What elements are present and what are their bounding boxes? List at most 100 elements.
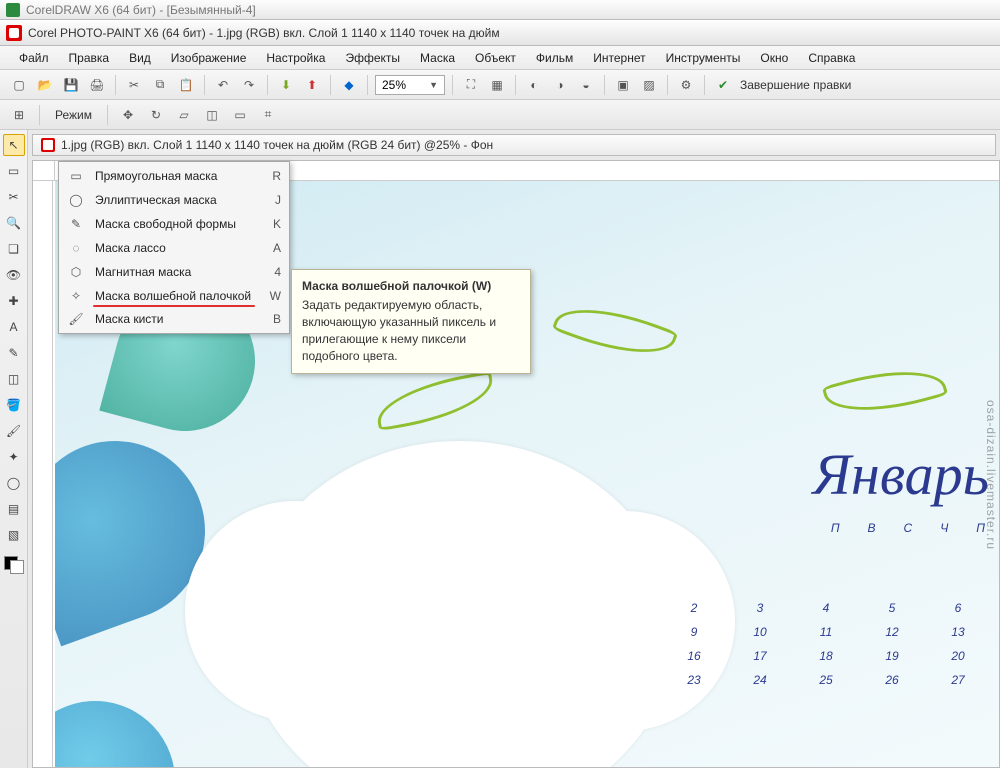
paste-button[interactable]: 📋	[175, 74, 197, 96]
eyedropper-tool[interactable]: ✎	[3, 342, 25, 364]
separator	[452, 75, 453, 95]
menu-view[interactable]: Вид	[120, 48, 160, 68]
document-window: Январь П В С Ч П 2 3 4 5 6 9 10 11	[32, 160, 1000, 768]
document-icon	[41, 138, 55, 152]
leaf-decoration	[552, 292, 678, 371]
copy-button[interactable]: ⧉	[149, 74, 171, 96]
document-tab[interactable]: 1.jpg (RGB) вкл. Слой 1 1140 x 1140 точе…	[32, 134, 996, 156]
floral-decoration	[55, 672, 204, 767]
cal-cell: 20	[931, 649, 985, 663]
undo-button[interactable]: ↶	[212, 74, 234, 96]
redo-button[interactable]: ↷	[238, 74, 260, 96]
vertical-ruler	[33, 181, 53, 767]
flyout-shortcut: W	[265, 289, 281, 303]
menu-window[interactable]: Окно	[751, 48, 797, 68]
move-mode-button[interactable]: ✥	[117, 104, 139, 126]
shape-tool[interactable]: ◯	[3, 472, 25, 494]
rotate-mode-button[interactable]: ↻	[145, 104, 167, 126]
effect-tool[interactable]: ✦	[3, 446, 25, 468]
separator	[115, 75, 116, 95]
flyout-item-freehand-mask[interactable]: ✎ Маска свободной формы K	[59, 212, 289, 236]
menu-image[interactable]: Изображение	[162, 48, 256, 68]
mask-tool-flyout: ▭ Прямоугольная маска R ◯ Эллиптическая …	[58, 161, 290, 334]
skew-mode-button[interactable]: ▱	[173, 104, 195, 126]
coreldraw-icon	[6, 3, 20, 17]
export-button[interactable]: ⬆	[301, 74, 323, 96]
import-button[interactable]: ⬇	[275, 74, 297, 96]
clipmask-a-button[interactable]: ◐	[523, 74, 545, 96]
separator	[107, 105, 108, 125]
dropshadow-tool[interactable]: ▧	[3, 524, 25, 546]
separator	[204, 75, 205, 95]
zoom-combo[interactable]: 25% ▼	[375, 75, 445, 95]
text-tool[interactable]: A	[3, 316, 25, 338]
fill-tool[interactable]: 🪣	[3, 394, 25, 416]
flyout-item-rect-mask[interactable]: ▭ Прямоугольная маска R	[59, 164, 289, 188]
pick-tool[interactable]: ↖	[3, 134, 25, 156]
menu-edit[interactable]: Правка	[60, 48, 119, 68]
heal-tool[interactable]: ✚	[3, 290, 25, 312]
calendar-month: Январь	[813, 441, 989, 508]
transparency-tool[interactable]: ▤	[3, 498, 25, 520]
eraser-tool[interactable]: ◫	[3, 368, 25, 390]
fullscreen-button[interactable]: ⛶	[460, 74, 482, 96]
work-row: ↖ ▭ ✂ 🔍 ❏ 👁 ✚ A ✎ ◫ 🪣 🖌 ✦ ◯ ▤ ▧ 1.jpg (R…	[0, 130, 1000, 768]
freehand-mask-icon: ✎	[67, 217, 85, 231]
cal-cell: 12	[865, 625, 919, 639]
mask-invert-button[interactable]: ▨	[638, 74, 660, 96]
cal-cell: 4	[799, 601, 853, 615]
flyout-item-lasso-mask[interactable]: ◌ Маска лассо A	[59, 236, 289, 260]
separator	[667, 75, 668, 95]
launcher-button[interactable]: ◆	[338, 74, 360, 96]
flyout-item-magnetic-mask[interactable]: ⬡ Магнитная маска 4	[59, 260, 289, 284]
new-button[interactable]: ▢	[8, 74, 30, 96]
show-rulers-button[interactable]: ▦	[486, 74, 508, 96]
flyout-label: Маска кисти	[95, 312, 255, 326]
magnetic-mask-icon: ⬡	[67, 265, 85, 279]
flyout-label: Маска лассо	[95, 241, 255, 255]
flyout-item-brush-mask[interactable]: 🖌 Маска кисти B	[59, 307, 289, 331]
cut-button[interactable]: ✂	[123, 74, 145, 96]
save-button[interactable]: 💾	[60, 74, 82, 96]
flyout-shortcut: J	[265, 193, 281, 207]
finish-edit-button[interactable]: ✔	[712, 74, 734, 96]
cal-cell: 19	[865, 649, 919, 663]
redeye-tool[interactable]: 👁	[3, 264, 25, 286]
distort-mode-button[interactable]: ◫	[201, 104, 223, 126]
cal-cell: 13	[931, 625, 985, 639]
paint-tool[interactable]: 🖌	[3, 420, 25, 442]
day-header: С	[904, 521, 913, 535]
menu-adjust[interactable]: Настройка	[257, 48, 334, 68]
menu-web[interactable]: Интернет	[584, 48, 654, 68]
prop-guide-button[interactable]: ⊞	[8, 104, 30, 126]
separator	[604, 75, 605, 95]
separator	[39, 105, 40, 125]
crop-mode-button[interactable]: ⌗	[257, 104, 279, 126]
menu-help[interactable]: Справка	[799, 48, 864, 68]
menu-effects[interactable]: Эффекты	[336, 48, 409, 68]
background-color	[10, 560, 24, 574]
crop-tool[interactable]: ✂	[3, 186, 25, 208]
perspective-mode-button[interactable]: ▭	[229, 104, 251, 126]
cal-cell: 26	[865, 673, 919, 687]
flyout-item-ellipse-mask[interactable]: ◯ Эллиптическая маска J	[59, 188, 289, 212]
separator	[330, 75, 331, 95]
rect-mask-tool[interactable]: ▭	[3, 160, 25, 182]
clipmask-b-button[interactable]: ◑	[549, 74, 571, 96]
menu-movie[interactable]: Фильм	[527, 48, 582, 68]
cal-cell: 24	[733, 673, 787, 687]
print-button[interactable]: 🖨	[86, 74, 108, 96]
options-button[interactable]: ⚙	[675, 74, 697, 96]
menu-file[interactable]: Файл	[10, 48, 58, 68]
menu-object[interactable]: Объект	[466, 48, 525, 68]
clone-tool[interactable]: ❏	[3, 238, 25, 260]
open-button[interactable]: 📂	[34, 74, 56, 96]
outer-window-titlebar: CorelDRAW X6 (64 бит) - [Безымянный-4]	[0, 0, 1000, 20]
cal-cell: 11	[799, 625, 853, 639]
menu-mask[interactable]: Маска	[411, 48, 464, 68]
zoom-tool[interactable]: 🔍	[3, 212, 25, 234]
color-swatch[interactable]	[4, 556, 24, 574]
menu-tools[interactable]: Инструменты	[657, 48, 750, 68]
clipmask-c-button[interactable]: ◒	[575, 74, 597, 96]
mask-clear-button[interactable]: ▣	[612, 74, 634, 96]
